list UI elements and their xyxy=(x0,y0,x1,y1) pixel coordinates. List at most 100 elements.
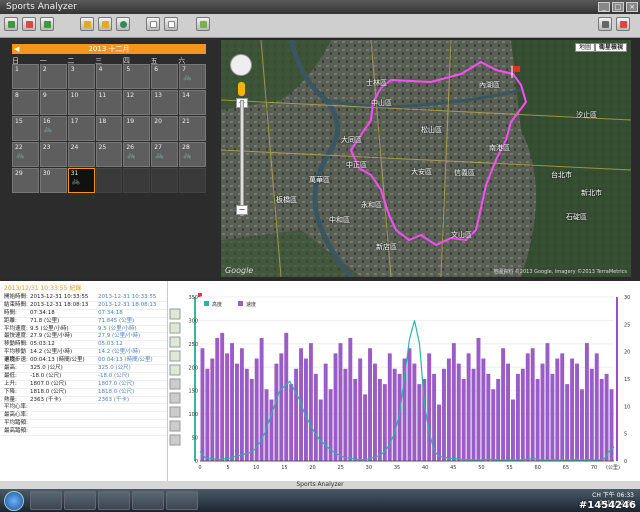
speed-bar xyxy=(249,379,254,461)
calendar-day[interactable]: 27 🚲 xyxy=(151,142,179,167)
calendar-day[interactable]: 23 xyxy=(39,142,67,167)
calendar-day[interactable]: 26 🚲 xyxy=(123,142,151,167)
stat-value: 2013-12-31 18:08:13 xyxy=(30,301,89,308)
speed-bar xyxy=(358,358,363,461)
calendar-empty-cell xyxy=(151,168,179,193)
calendar-day[interactable]: 11 xyxy=(95,90,123,115)
stat-value: 2013-12-31 10:33:55 xyxy=(30,294,89,300)
calendar-day[interactable]: 25 xyxy=(95,142,123,167)
calendar-panel: ◀ 2013 十二月 日一二三四五六 1 2 3 4 5 6 7 🚲 8 9 10 11 12 13 14 1… xyxy=(0,38,220,278)
calendar-day[interactable]: 28 🚲 xyxy=(179,142,206,167)
list-button[interactable] xyxy=(22,17,36,31)
speed-bar xyxy=(511,399,515,461)
open-folder-button[interactable] xyxy=(80,17,94,31)
refresh-button[interactable] xyxy=(116,17,130,31)
x-axis-label: (公里) xyxy=(606,465,620,471)
calendar-day[interactable]: 17 xyxy=(67,116,95,141)
speed-bar xyxy=(446,358,451,461)
speed-bar xyxy=(289,384,294,461)
export-button[interactable] xyxy=(40,17,54,31)
map-copyright: 地圖資料 ©2013 Google, Imagery ©2013 TerraMe… xyxy=(493,269,627,275)
map-place-label: 信義區 xyxy=(454,169,475,177)
street-view-pegman-icon[interactable] xyxy=(238,82,245,96)
save-folder-button[interactable] xyxy=(98,17,112,31)
calendar-day[interactable]: 4 xyxy=(95,64,123,89)
stats-row: 開始時間: 2013-12-31 10:33:55 2013-12-31 10:33… xyxy=(0,294,167,302)
calendar-day[interactable]: 20 xyxy=(151,116,179,141)
calendar-day[interactable]: 30 xyxy=(39,168,67,193)
settings-button[interactable] xyxy=(598,17,612,31)
stat-value: 07:34:18 xyxy=(98,309,123,316)
language-indicator[interactable]: CH xyxy=(592,492,601,499)
calendar-day[interactable]: 5 xyxy=(123,64,151,89)
explorer-taskbar-icon[interactable] xyxy=(30,491,62,510)
stats-row: 最高: 325.0 (公尺) 325.0 (公尺) xyxy=(0,365,167,373)
document-button[interactable] xyxy=(146,17,160,31)
ie-taskbar-icon[interactable] xyxy=(98,491,130,510)
calendar-day[interactable]: 22 🚲 xyxy=(12,142,39,167)
maximize-button[interactable]: □ xyxy=(612,2,624,12)
day-number: 2 xyxy=(42,66,47,73)
edit-button[interactable] xyxy=(196,17,210,31)
stat-value xyxy=(98,420,164,427)
day-number: 8 xyxy=(15,92,19,99)
calendar-day[interactable]: 19 xyxy=(123,116,151,141)
x-tick-label: 30 xyxy=(366,465,372,471)
prev-month-button[interactable]: ◀ xyxy=(14,44,19,54)
stat-value: 9.5 (公里/小時) xyxy=(30,325,69,332)
pan-control[interactable] xyxy=(230,54,252,76)
app-taskbar-icon[interactable] xyxy=(166,491,198,510)
speed-bar xyxy=(540,363,545,461)
stat-value xyxy=(98,412,164,419)
help-button[interactable] xyxy=(616,17,630,31)
map-view[interactable]: 士林區 中山區 內湖區 松山區 南港區 大同區 中正區 大安區 信義區 萬華區 板橋區 中和區 永和區文… xyxy=(221,40,631,277)
document2-button[interactable] xyxy=(164,17,178,31)
stats-row: 上升: 1807.0 (公尺) 1807.0 (公尺) xyxy=(0,381,167,389)
stat-value: 71.8 (公里) xyxy=(30,317,60,324)
stats-row: 平均步速: 00:04:13 (時間/公里) 00:04:13 (時間/公里) xyxy=(0,357,167,366)
calendar-day[interactable]: 15 xyxy=(12,116,39,141)
speed-bar xyxy=(368,348,372,461)
calendar-day[interactable]: 1 xyxy=(12,64,39,89)
speed-bar xyxy=(279,353,284,461)
zoom-slider[interactable] xyxy=(240,100,244,216)
calendar-day[interactable]: 7 🚲 xyxy=(179,64,206,89)
close-button[interactable]: × xyxy=(626,2,638,12)
calendar-day[interactable]: 16 🚲 xyxy=(39,116,67,141)
y-right-tick-label: 5 xyxy=(624,432,627,438)
chrome-taskbar-icon[interactable] xyxy=(64,491,96,510)
calendar-day[interactable]: 12 xyxy=(123,90,151,115)
calendar-day[interactable]: 3 xyxy=(67,64,95,89)
sports-analyzer-taskbar-icon[interactable] xyxy=(132,491,164,510)
calendar-day[interactable]: 14 xyxy=(179,90,206,115)
calendar-day[interactable]: 6 xyxy=(151,64,179,89)
speed-bar xyxy=(274,363,279,461)
stat-label: 移動時間: xyxy=(4,341,28,348)
stat-value: 05:03:12 xyxy=(30,341,55,348)
x-tick-label: 10 xyxy=(253,465,259,471)
calendar-day[interactable]: 8 xyxy=(12,90,39,115)
map-place-label: 大安區 xyxy=(411,168,432,176)
speed-bar xyxy=(407,348,412,461)
calendar-day[interactable]: 10 xyxy=(67,90,95,115)
stat-value: 27.9 (公里/小時) xyxy=(30,333,73,340)
calendar-day[interactable]: 24 xyxy=(67,142,95,167)
import-button[interactable] xyxy=(4,17,18,31)
map-place-label: 中山區 xyxy=(371,99,392,107)
stat-label: 熱量: xyxy=(4,396,17,403)
calendar-day[interactable]: 21 xyxy=(179,116,206,141)
map-type-map-button[interactable]: 地圖 xyxy=(574,43,595,52)
stat-value: 325.0 (公尺) xyxy=(98,365,131,372)
zoom-out-button[interactable]: − xyxy=(236,205,248,215)
calendar-day[interactable]: 2 xyxy=(39,64,67,89)
calendar-day[interactable]: 9 xyxy=(39,90,67,115)
calendar-header: ◀ 2013 十二月 xyxy=(12,44,206,54)
map-type-satellite-button[interactable]: 衛星檢視 xyxy=(594,43,627,52)
calendar-day[interactable]: 29 xyxy=(12,168,39,193)
window-title: Sports Analyzer xyxy=(6,2,77,12)
minimize-button[interactable]: _ xyxy=(598,2,610,12)
start-button[interactable] xyxy=(4,491,24,511)
calendar-day[interactable]: 31 🚲 xyxy=(67,168,95,193)
calendar-day[interactable]: 18 xyxy=(95,116,123,141)
calendar-day[interactable]: 13 xyxy=(151,90,179,115)
